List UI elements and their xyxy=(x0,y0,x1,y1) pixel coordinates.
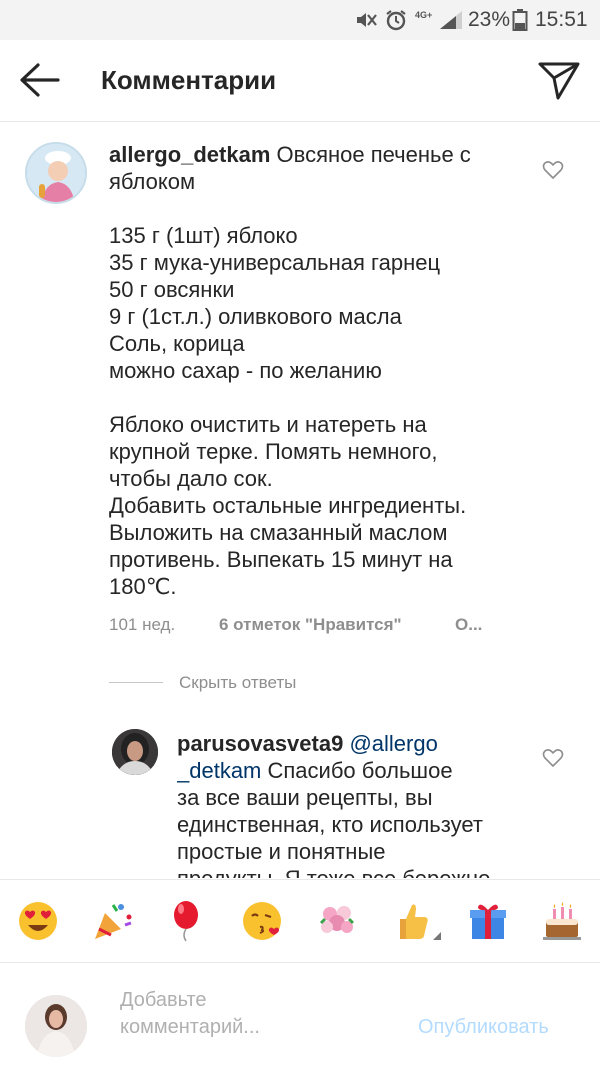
user-photo xyxy=(25,995,87,1057)
comment-input[interactable]: Добавьте комментарий... xyxy=(120,987,400,1043)
like-heart-icon[interactable] xyxy=(542,160,564,180)
user-avatar xyxy=(25,995,87,1057)
reply-username[interactable]: parusovasveta9 xyxy=(177,731,343,756)
paper-plane-icon xyxy=(538,62,580,100)
comment-likes[interactable]: 6 отметок "Нравится" xyxy=(219,614,402,636)
battery-percent: 23% xyxy=(468,8,511,31)
battery-icon xyxy=(512,9,528,31)
back-button[interactable] xyxy=(16,58,64,102)
gift-emoji[interactable] xyxy=(466,899,510,943)
emoji-corner-marker xyxy=(433,932,441,940)
status-bar: 4G+ 23% 15:51 xyxy=(0,0,600,40)
publish-button[interactable]: Опубликовать xyxy=(418,1015,549,1039)
comment-more[interactable]: О... xyxy=(455,614,482,636)
birthday-cake-emoji[interactable] xyxy=(540,899,584,943)
child-photo xyxy=(27,144,85,202)
replies-divider xyxy=(109,682,163,683)
heart-eyes-emoji[interactable] xyxy=(16,899,60,943)
share-button[interactable] xyxy=(536,58,582,102)
party-popper-emoji[interactable] xyxy=(91,899,135,943)
comment-time: 101 нед. xyxy=(109,615,176,634)
comment-body: allergo_detkam Овсяное печенье с яблоком… xyxy=(109,141,549,600)
balloon-emoji[interactable] xyxy=(164,899,208,943)
comment-composer: Добавьте комментарий... Опубликовать xyxy=(0,963,600,1066)
reply-avatar[interactable] xyxy=(112,729,158,775)
arrow-left-icon xyxy=(20,63,60,97)
woman-photo xyxy=(112,729,158,775)
bouquet-emoji[interactable] xyxy=(315,899,359,943)
avatar[interactable] xyxy=(25,142,87,204)
comment-text: Овсяное печенье с яблоком 135 г (1шт) яб… xyxy=(109,142,471,599)
reply-like-heart-icon[interactable] xyxy=(542,748,564,768)
clock: 15:51 xyxy=(535,8,588,31)
mute-icon xyxy=(357,13,377,27)
thumbs-up-emoji[interactable] xyxy=(390,899,434,943)
comment-username[interactable]: allergo_detkam xyxy=(109,142,270,167)
network-type: 4G+ xyxy=(415,10,433,20)
hide-replies-label: Скрыть ответы xyxy=(179,673,297,692)
alarm-icon xyxy=(386,10,406,31)
kissing-emoji[interactable] xyxy=(240,899,284,943)
reply-body: parusovasveta9 @allergo _detkam Спасибо … xyxy=(177,730,547,878)
page-title: Комментарии xyxy=(101,65,277,95)
header: Комментарии xyxy=(0,40,600,122)
signal-icon xyxy=(440,11,462,29)
emoji-bar xyxy=(0,879,600,963)
